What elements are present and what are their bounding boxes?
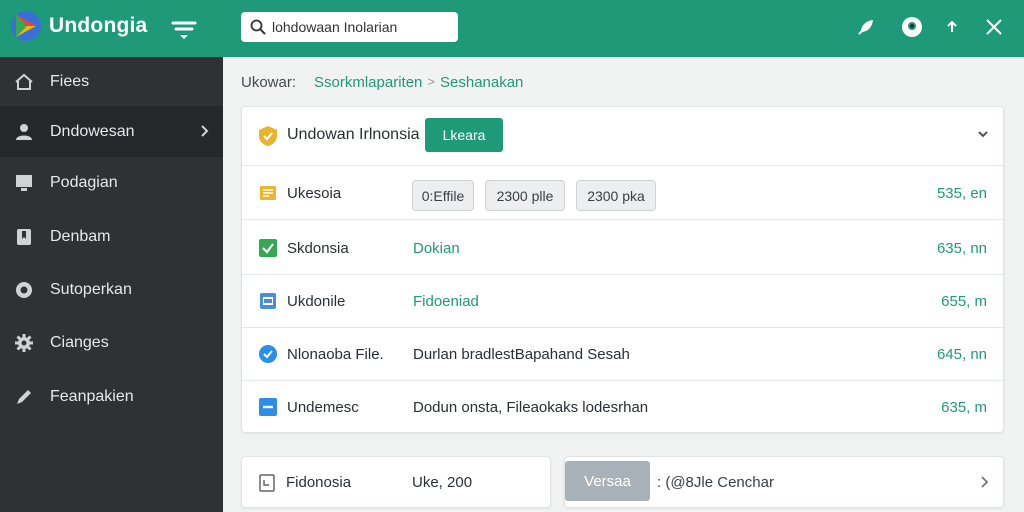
sidebar-item-podagian[interactable]: Podagian xyxy=(0,158,223,208)
version-label: : (@8Jle Cenchar xyxy=(657,474,774,491)
bookmark-icon xyxy=(14,227,34,247)
bottom-card-right[interactable]: Versaa : (@8Jle Cenchar xyxy=(564,456,1004,508)
breadcrumb-root: Ukowar: xyxy=(241,74,297,91)
breadcrumb-separator: > xyxy=(427,74,435,89)
table-row[interactable]: Skdonsia Dokian 635, nn xyxy=(242,222,1003,275)
sidebar-item-dndowesan[interactable]: Dndowesan xyxy=(0,107,223,157)
card-header: Undowan Irlnonsia Lkeara xyxy=(242,107,1003,166)
monitor-icon xyxy=(14,173,34,193)
search-input[interactable] xyxy=(272,19,452,35)
file-icon xyxy=(259,474,275,492)
sidebar-item-sutoperkan[interactable]: Sutoperkan xyxy=(0,265,223,315)
chevron-right-icon xyxy=(201,125,209,137)
row-value: 655, m xyxy=(941,293,987,310)
home-icon xyxy=(14,72,34,92)
close-icon[interactable] xyxy=(982,15,1006,39)
user-icon xyxy=(14,122,34,142)
row-name: Ukdonile xyxy=(287,293,346,310)
chip[interactable]: 2300 plle xyxy=(485,180,565,211)
brand[interactable]: Undongia xyxy=(10,10,147,42)
table-row[interactable]: Nlonaoba File. Durlan bradlestBapahand S… xyxy=(242,328,1003,381)
sidebar-item-label: Dndowesan xyxy=(50,123,135,140)
app-logo-icon xyxy=(11,11,41,41)
table-row[interactable]: Ukesoia 0:Effile 2300 plle 2300 pka 535,… xyxy=(242,167,1003,220)
row-name: Nlonaoba File. xyxy=(287,346,384,363)
check-circle-icon xyxy=(259,345,277,363)
row-value: 635, m xyxy=(941,399,987,416)
upload-icon[interactable] xyxy=(940,15,964,39)
sidebar-item-label: Podagian xyxy=(50,174,118,191)
sidebar-item-denbam[interactable]: Denbam xyxy=(0,212,223,262)
sidebar-item-feanpakien[interactable]: Feanpakien xyxy=(0,372,223,422)
chevron-down-icon[interactable] xyxy=(977,129,989,139)
version-button[interactable]: Versaa xyxy=(565,461,650,501)
gear-icon xyxy=(14,333,34,353)
card-action-button[interactable]: Lkeara xyxy=(425,118,503,152)
sidebar-item-files[interactable]: Fiees xyxy=(0,57,223,107)
sidebar-item-cianges[interactable]: Cianges xyxy=(0,318,223,368)
row-name: Ukesoia xyxy=(287,185,342,202)
row-name: Skdonsia xyxy=(287,240,349,257)
row-value: 535, en xyxy=(936,185,987,202)
row-name: Undemesc xyxy=(287,399,359,416)
sidebar: Fiees Dndowesan Podagian Denbam Sutoperk… xyxy=(0,57,223,512)
row-desc: Dodun onsta, Fileaokaks lodesrhan xyxy=(413,399,649,416)
top-bar: Undongia xyxy=(0,0,1024,57)
bottom-card-name: Fidonosia xyxy=(286,474,352,491)
rocket-icon[interactable] xyxy=(854,15,878,39)
chevron-right-icon[interactable] xyxy=(979,475,989,489)
user-circle-icon[interactable] xyxy=(900,15,924,39)
bottom-card-value: Uke, 200 xyxy=(412,474,473,491)
row-desc[interactable]: Fidoeniad xyxy=(413,293,479,310)
sidebar-item-label: Sutoperkan xyxy=(50,281,132,298)
sidebar-item-label: Feanpakien xyxy=(50,388,134,405)
search-box[interactable] xyxy=(241,12,458,42)
sidebar-item-label: Cianges xyxy=(50,334,109,351)
app-name: Undongia xyxy=(49,14,148,37)
wifi-menu-icon[interactable] xyxy=(170,16,198,42)
search-icon xyxy=(250,19,266,35)
table-row[interactable]: Ukdonile Fidoeniad 655, m xyxy=(242,275,1003,328)
toolbar xyxy=(854,15,1006,39)
card-title: Undowan Irlnonsia xyxy=(287,126,420,143)
pencil-icon xyxy=(14,387,34,407)
row-desc: Durlan bradlestBapahand Sesah xyxy=(413,346,630,363)
circle-icon xyxy=(14,280,34,300)
checkbox-icon xyxy=(259,239,277,257)
window-icon xyxy=(260,293,276,309)
shield-icon xyxy=(259,126,277,146)
sidebar-item-label: Denbam xyxy=(50,228,111,245)
row-desc[interactable]: Dokian xyxy=(413,240,460,257)
main-card: Undowan Irlnonsia Lkeara Ukesoia 0:Effil… xyxy=(241,106,1004,433)
breadcrumb-link[interactable]: Ssorkmlapariten xyxy=(314,74,422,91)
chip[interactable]: 2300 pka xyxy=(576,180,656,211)
row-value: 645, nn xyxy=(936,346,987,363)
table-row[interactable]: Undemesc Dodun onsta, Fileaokaks lodesrh… xyxy=(242,381,1003,434)
document-icon xyxy=(260,186,276,200)
minus-square-icon xyxy=(259,398,277,416)
chip[interactable]: 0:Effile xyxy=(412,180,474,211)
breadcrumb: Ukowar: Ssorkmlapariten > Seshanakan xyxy=(241,74,523,91)
breadcrumb-current: Seshanakan xyxy=(440,74,524,91)
sidebar-item-label: Fiees xyxy=(50,73,90,90)
row-value: 635, nn xyxy=(936,240,987,257)
bottom-card-left[interactable]: Fidonosia Uke, 200 xyxy=(241,456,551,508)
